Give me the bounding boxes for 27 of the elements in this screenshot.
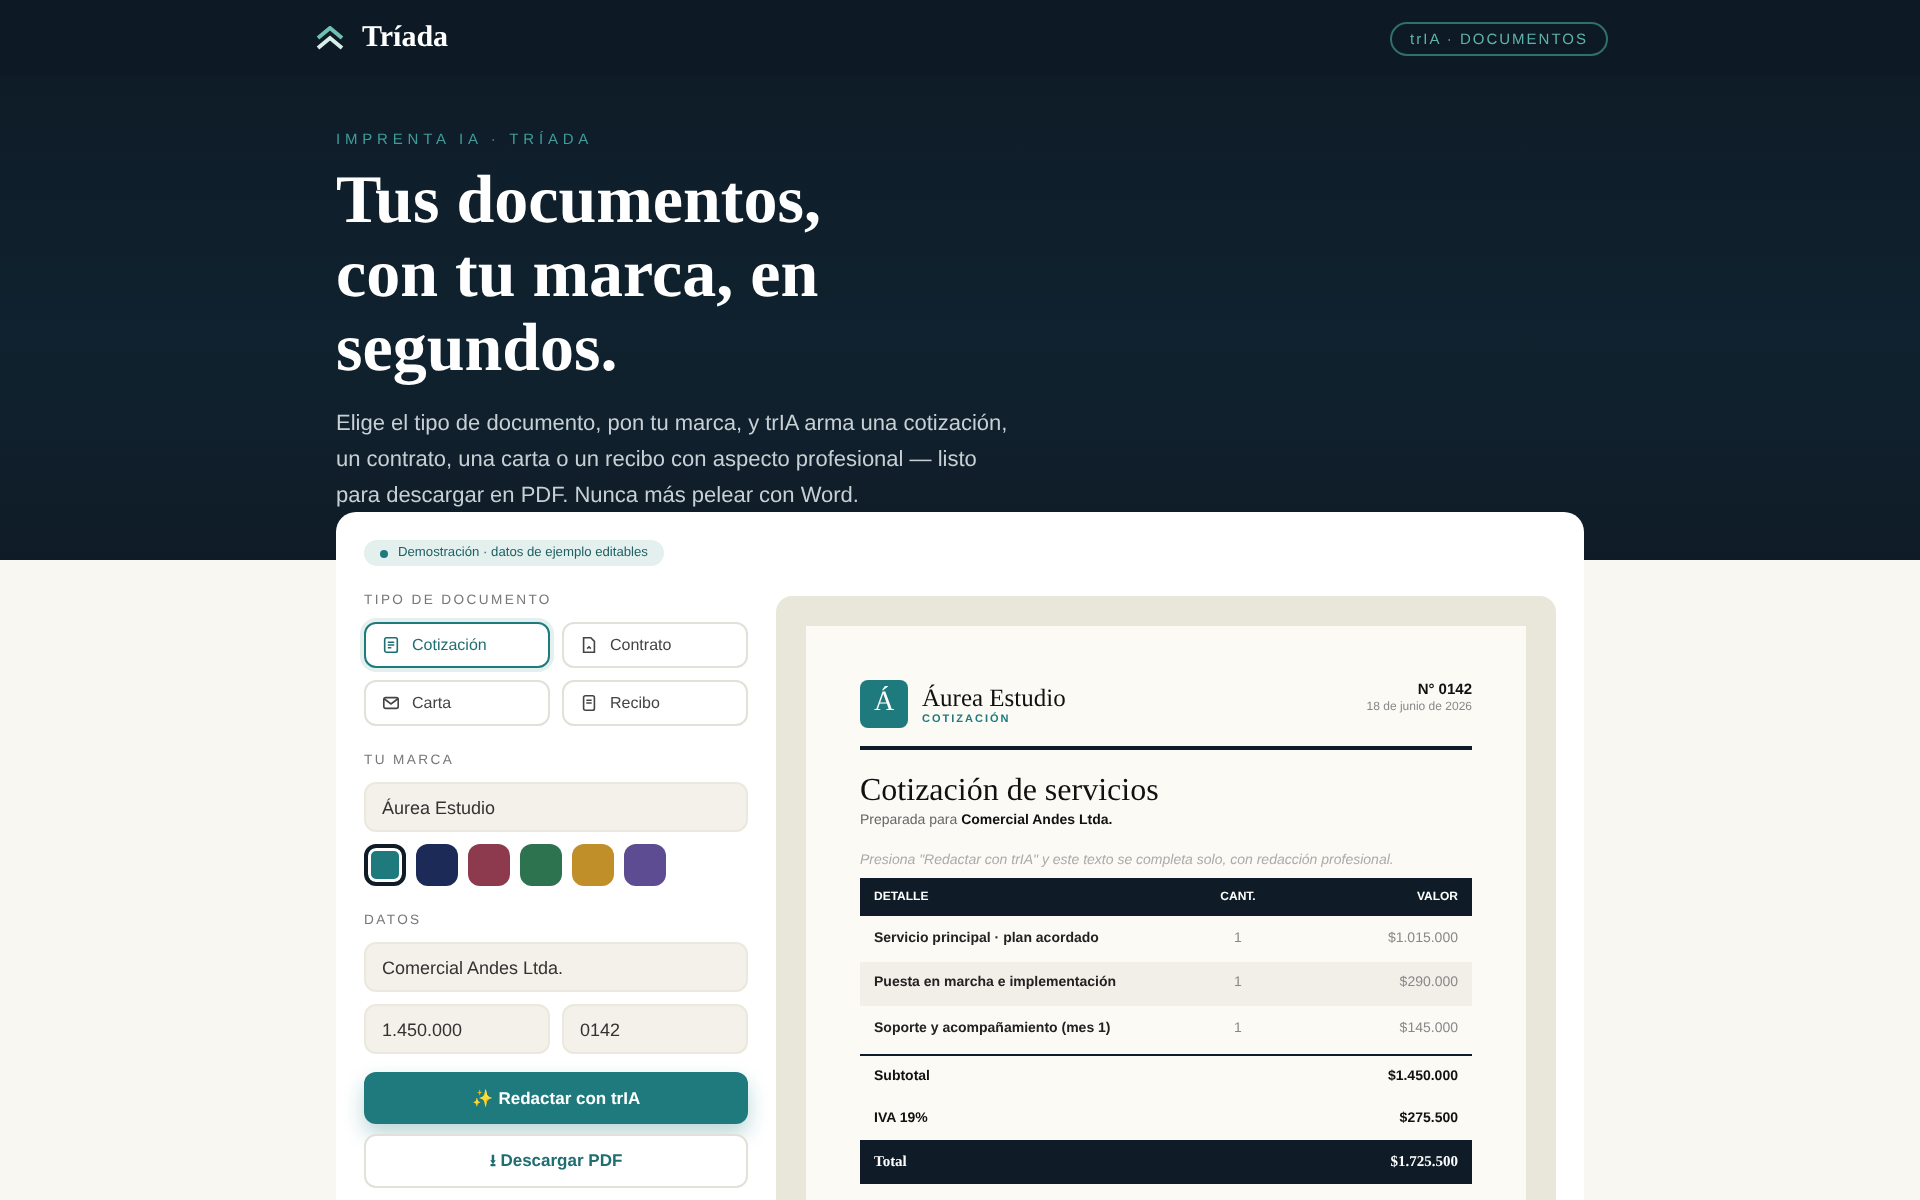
document-brand: Áurea Estudio <box>922 683 1066 712</box>
doc-type-button[interactable]: Contrato <box>562 622 748 668</box>
color-swatch[interactable] <box>624 844 666 886</box>
color-swatch[interactable] <box>416 844 458 886</box>
hero-description: Elige el tipo de documento, pon tu marca, y trIA arma una cotización, un contrato, una carta o un recibo con aspecto profesional — listo para descargar en PDF. Nunca más pelear con Word. <box>336 410 1010 512</box>
doc-type-button[interactable]: Cotización <box>364 622 550 668</box>
document-title: Cotización de servicios <box>860 774 1161 810</box>
draft-button[interactable]: ✨ Redactar con trIA <box>364 1072 748 1124</box>
amount-field[interactable]: 1.450.000 <box>364 1004 550 1054</box>
logo-mark: Á <box>860 680 908 728</box>
client-field[interactable]: Comercial Andes Ltda. <box>364 942 748 992</box>
color-swatch[interactable] <box>572 844 614 886</box>
envelope-icon <box>382 694 400 712</box>
receipt-icon <box>580 694 598 712</box>
color-swatch[interactable] <box>364 844 406 886</box>
hero-title: Tus documentos, con tu marca, en segundos. <box>336 164 823 386</box>
brand-name-field[interactable]: Áurea Estudio <box>364 782 748 832</box>
download-button[interactable]: ⭳ Descargar PDF <box>364 1134 748 1188</box>
color-swatch[interactable] <box>520 844 562 886</box>
file-icon <box>580 636 598 654</box>
document-icon <box>382 636 400 654</box>
brand-name: Tríada <box>362 21 449 55</box>
doc-type-button[interactable]: Carta <box>364 680 550 726</box>
number-field[interactable]: 0142 <box>562 1004 748 1054</box>
chevron-logo-icon <box>316 26 344 50</box>
doc-type-button[interactable]: Recibo <box>562 680 748 726</box>
color-swatch[interactable] <box>468 844 510 886</box>
